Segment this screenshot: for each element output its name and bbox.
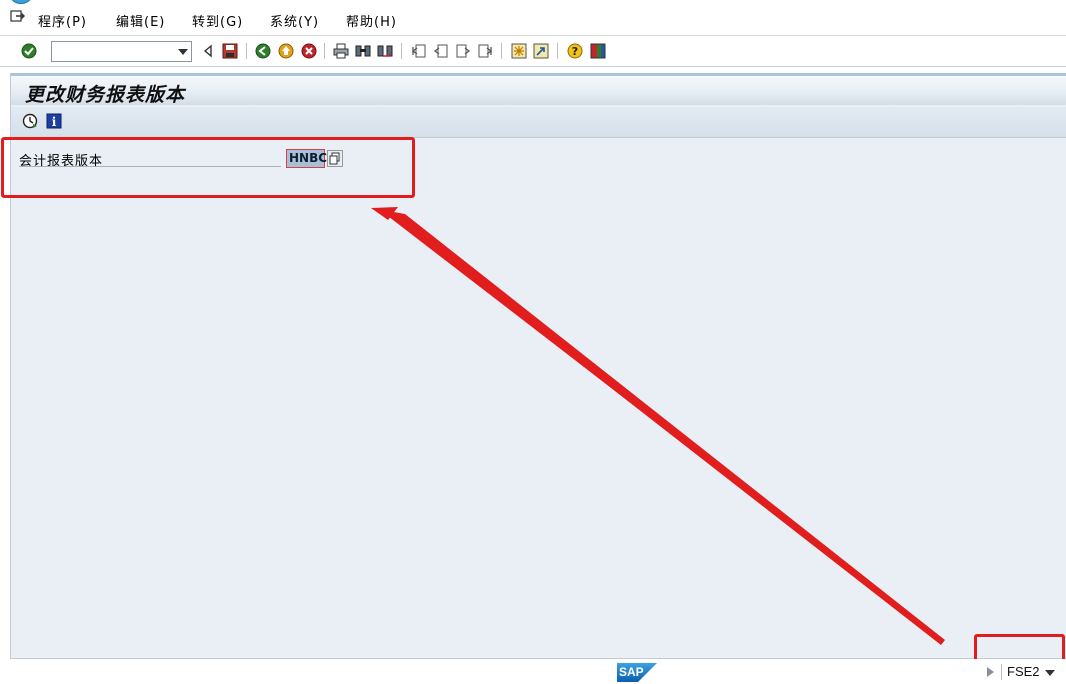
value-help-icon [329, 152, 340, 165]
main-window: 更改财务报表版本 i 会计报表版本 HNBC [10, 73, 1066, 659]
accounting-report-version-input[interactable]: HNBC [286, 149, 327, 168]
enter-check-icon[interactable] [20, 42, 38, 60]
last-page-icon[interactable] [476, 42, 494, 60]
menu-system[interactable]: 系统(Y) [270, 11, 319, 30]
exit-icon[interactable] [277, 42, 295, 60]
customize-layout-icon[interactable] [589, 42, 607, 60]
svg-text:i: i [52, 115, 57, 129]
menu-edit[interactable]: 编辑(E) [116, 11, 165, 30]
toolbar-separator [501, 43, 502, 59]
possible-values-button[interactable] [327, 150, 343, 167]
command-history-dropdown-icon[interactable] [178, 49, 188, 55]
transaction-code[interactable]: FSE2 [1007, 664, 1040, 679]
page-title: 更改财务报表版本 [25, 84, 186, 106]
next-page-icon[interactable] [454, 42, 472, 60]
information-icon[interactable]: i [45, 112, 63, 130]
print-icon[interactable] [332, 42, 350, 60]
find-next-icon[interactable] [376, 42, 394, 60]
execute-clock-icon[interactable] [21, 112, 39, 130]
system-info-dropdown-icon[interactable] [1045, 670, 1055, 676]
command-field[interactable] [51, 41, 192, 62]
help-icon[interactable]: ? [566, 42, 584, 60]
cancel-icon[interactable] [300, 42, 318, 60]
status-bar: SAP FSE2 [0, 659, 1066, 684]
expand-status-icon[interactable] [987, 667, 994, 677]
toolbar-separator [246, 43, 247, 59]
find-icon[interactable] [354, 42, 372, 60]
menu-bar: 程序(P) 编辑(E) 转到(G) 系统(Y) 帮助(H) [0, 0, 1066, 36]
toolbar-separator [401, 43, 402, 59]
command-input[interactable] [52, 42, 170, 61]
status-separator [1001, 664, 1002, 680]
previous-page-icon[interactable] [432, 42, 450, 60]
svg-text:?: ? [572, 45, 578, 58]
toolbar-separator [557, 43, 558, 59]
application-toolbar: i [11, 107, 1066, 138]
create-session-icon[interactable] [510, 42, 528, 60]
title-bar: 更改财务报表版本 [11, 73, 1066, 106]
save-icon[interactable] [221, 42, 239, 60]
standard-toolbar: ? [0, 37, 1066, 67]
menu-help[interactable]: 帮助(H) [346, 11, 397, 30]
accounting-report-version-label: 会计报表版本 [19, 150, 281, 169]
first-page-icon[interactable] [410, 42, 428, 60]
menu-goto[interactable]: 转到(G) [192, 11, 243, 30]
sap-logo-orb-icon[interactable] [8, 0, 34, 4]
menu-exit-icon[interactable] [10, 9, 26, 23]
generate-shortcut-icon[interactable] [532, 42, 550, 60]
collapse-arrow-icon[interactable] [199, 42, 217, 60]
back-icon[interactable] [254, 42, 272, 60]
toolbar-separator [324, 43, 325, 59]
sap-logo-text: SAP [619, 665, 644, 679]
menu-program[interactable]: 程序(P) [38, 11, 87, 30]
